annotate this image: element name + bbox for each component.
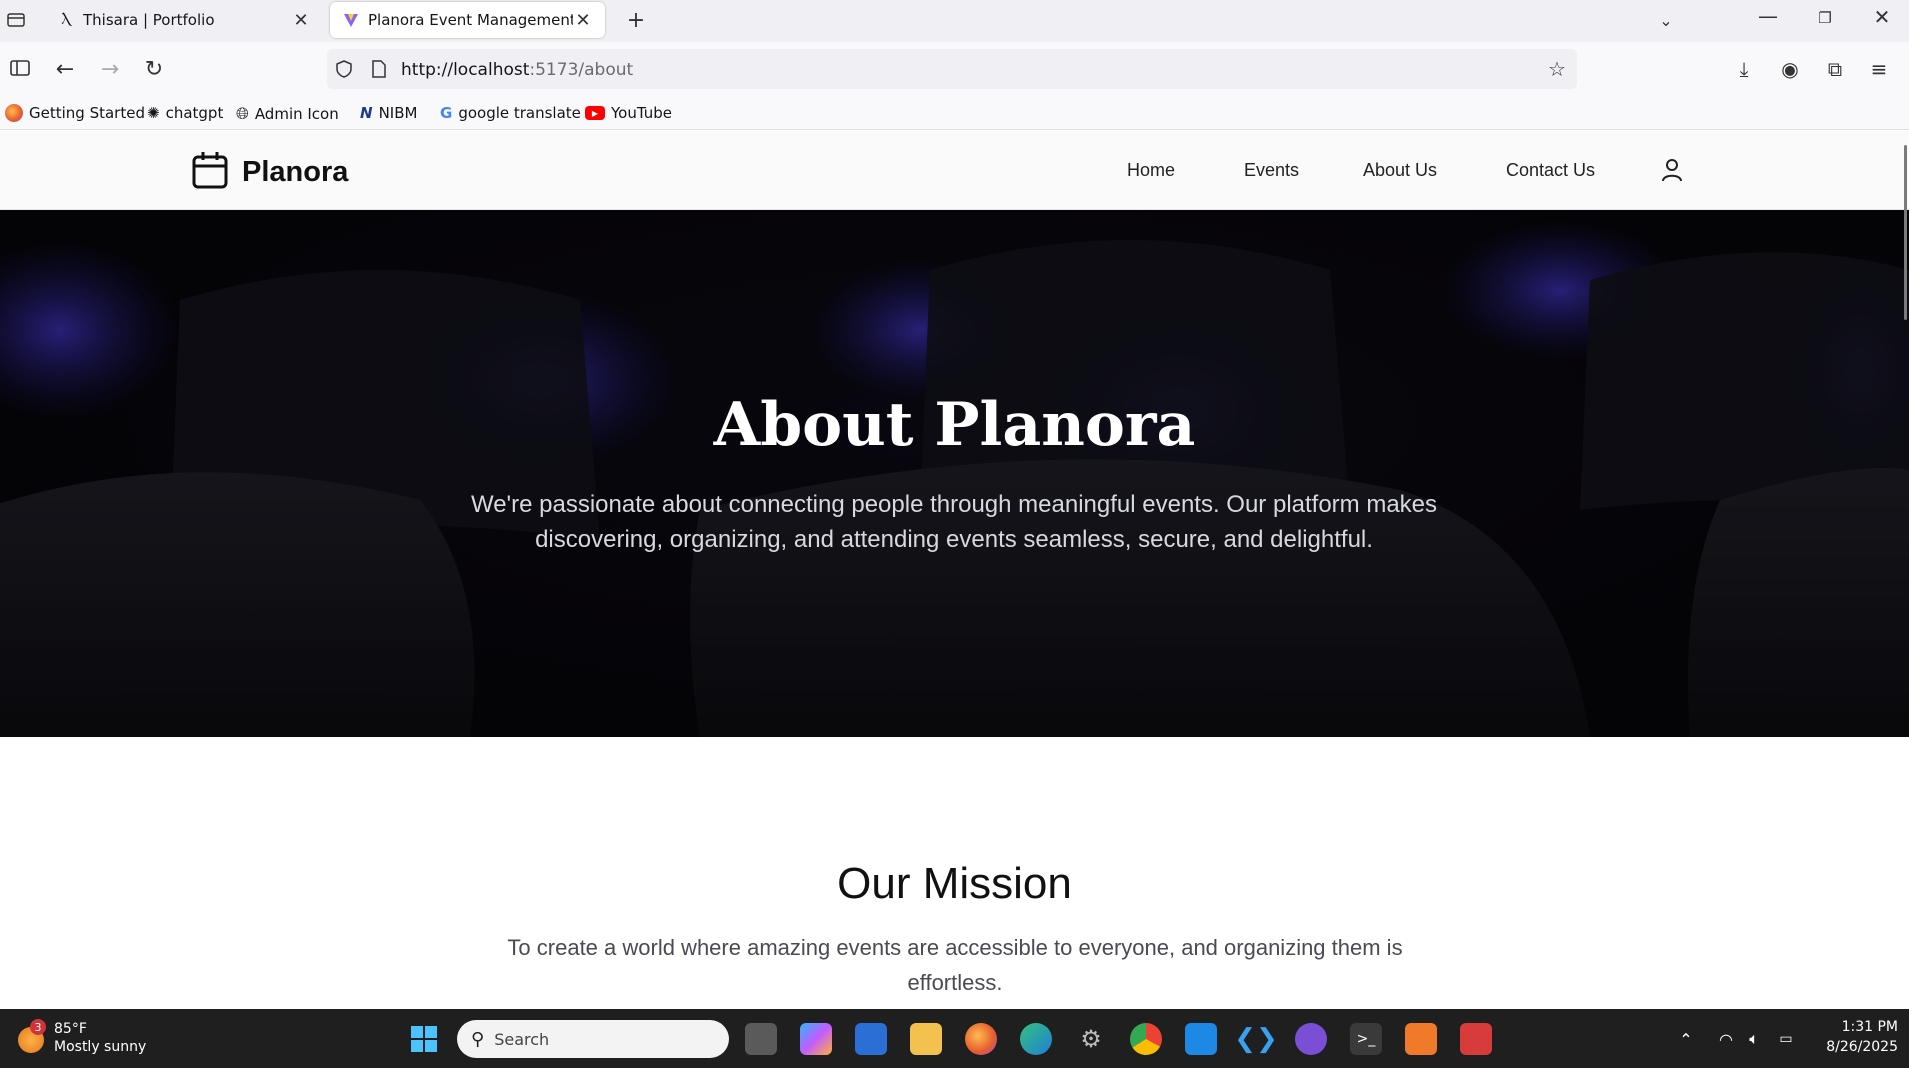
bookmark-getting-started[interactable]: Getting Started xyxy=(5,104,145,122)
bookmark-label: Getting Started xyxy=(29,104,145,122)
hero-description: We're passionate about connecting people… xyxy=(454,487,1454,557)
mission-title: Our Mission xyxy=(837,859,1072,908)
hero-title: About Planora xyxy=(713,390,1196,460)
volume-icon[interactable]: 🔈︎ xyxy=(1738,1023,1770,1055)
nibm-icon: N xyxy=(360,104,373,122)
bookmark-label: NIBM xyxy=(378,104,418,122)
terminal-icon[interactable]: >_ xyxy=(1350,1023,1382,1055)
mission-section: Our Mission To create a world where amaz… xyxy=(0,737,1909,1009)
url-path: :5173/about xyxy=(529,60,634,80)
nav-contact-us[interactable]: Contact Us xyxy=(1506,160,1595,181)
globe-icon: 🌐︎ xyxy=(236,104,249,123)
github-desktop-icon[interactable] xyxy=(1295,1023,1327,1055)
task-view-icon[interactable] xyxy=(745,1023,777,1055)
search-placeholder: Search xyxy=(494,1029,550,1049)
photos-icon[interactable] xyxy=(1185,1023,1217,1055)
back-icon[interactable]: ← xyxy=(52,56,78,82)
bookmark-nibm[interactable]: N NIBM xyxy=(360,104,417,122)
bookmark-star-icon[interactable]: ☆ xyxy=(1545,57,1569,81)
nav-home[interactable]: Home xyxy=(1127,160,1175,181)
mission-text-line2: effortless. xyxy=(907,970,1003,995)
tab-title: Planora Event Management Plat xyxy=(368,11,573,29)
bookmark-label: YouTube xyxy=(611,104,672,122)
minimize-icon[interactable]: — xyxy=(1756,4,1780,28)
portfolio-favicon-icon: Ⲗ xyxy=(61,12,71,28)
snipping-tool-icon[interactable] xyxy=(1460,1023,1492,1055)
user-icon[interactable] xyxy=(1661,158,1683,186)
firefox-icon xyxy=(5,104,23,122)
bookmark-chatgpt[interactable]: ✺ chatgpt xyxy=(147,104,223,122)
tab-list-icon[interactable] xyxy=(4,8,28,32)
taskbar-search[interactable]: ⚲ Search xyxy=(457,1020,729,1058)
bookmark-admin-icon[interactable]: 🌐︎ Admin Icon xyxy=(236,104,339,124)
youtube-icon: ▶ xyxy=(585,106,605,120)
shield-icon[interactable] xyxy=(332,57,356,81)
chatgpt-icon: ✺ xyxy=(147,104,160,122)
url-host: http://localhost xyxy=(401,60,530,80)
sidebar-toggle-icon[interactable] xyxy=(8,56,32,80)
download-icon[interactable]: ⤓ xyxy=(1731,56,1757,82)
forward-icon[interactable]: → xyxy=(97,56,123,82)
show-hidden-icons[interactable]: ⌃ xyxy=(1670,1023,1702,1055)
battery-icon[interactable]: ▭ xyxy=(1770,1023,1802,1055)
chrome-icon[interactable] xyxy=(1130,1023,1162,1055)
reload-icon[interactable]: ↻ xyxy=(141,56,167,82)
weather-temp: 85°F xyxy=(54,1021,87,1037)
hero-description-line2: discovering, organizing, and attending e… xyxy=(535,526,1373,553)
browser-tab-bar: Ⲗ Thisara | Portfolio ✕ Planora Event Ma… xyxy=(0,0,1909,42)
tab-portfolio[interactable]: Ⲗ Thisara | Portfolio ✕ xyxy=(45,2,323,38)
start-icon[interactable] xyxy=(408,1023,440,1055)
restore-icon[interactable]: ❐ xyxy=(1813,6,1837,30)
close-tab-icon[interactable]: ✕ xyxy=(573,10,593,31)
url-text[interactable]: http://localhost:5173/about xyxy=(401,60,633,80)
new-tab-icon[interactable]: + xyxy=(622,6,650,34)
vscode-icon[interactable]: ❮❯ xyxy=(1234,1023,1278,1055)
tab-title: Thisara | Portfolio xyxy=(83,11,215,29)
weather-badge: 3 xyxy=(30,1019,46,1035)
windows-taskbar: 3 85°F Mostly sunny ⚲ Search ⚙ ❮❯ >_ ⌃ ◠… xyxy=(0,1009,1909,1068)
settings-icon[interactable]: ⚙ xyxy=(1075,1023,1107,1055)
calendar-icon xyxy=(192,151,228,193)
page-scrollbar[interactable] xyxy=(1904,145,1907,320)
hero-section: About Planora We're passionate about con… xyxy=(0,210,1909,737)
xampp-icon[interactable] xyxy=(1405,1023,1437,1055)
close-window-icon[interactable]: ✕ xyxy=(1870,5,1894,29)
nav-events[interactable]: Events xyxy=(1244,160,1299,181)
vite-favicon-icon xyxy=(342,11,360,29)
copilot-icon[interactable] xyxy=(800,1023,832,1055)
auditorium-seats-image xyxy=(0,210,1909,737)
clock-date: 8/26/2025 xyxy=(1826,1039,1898,1055)
brand-name: Planora xyxy=(242,155,349,188)
bookmark-google-translate[interactable]: G google translate xyxy=(440,104,581,122)
close-tab-icon[interactable]: ✕ xyxy=(291,10,311,31)
account-icon[interactable]: ◉ xyxy=(1777,56,1803,82)
weather-widget[interactable]: 3 85°F Mostly sunny xyxy=(14,1019,154,1059)
search-icon: ⚲ xyxy=(471,1028,485,1050)
bookmarks-bar: Getting Started ✺ chatgpt 🌐︎ Admin Icon … xyxy=(0,98,1909,130)
bookmark-label: chatgpt xyxy=(165,104,224,122)
menu-icon[interactable]: ≡ xyxy=(1866,56,1892,82)
bookmark-youtube[interactable]: ▶ YouTube xyxy=(585,104,672,122)
hero-description-line1: We're passionate about connecting people… xyxy=(470,491,1438,518)
bookmark-label: google translate xyxy=(458,104,581,122)
page-icon[interactable] xyxy=(367,57,391,81)
mission-text: To create a world where amazing events a… xyxy=(480,930,1430,1000)
tab-overflow-chevron-icon[interactable]: ⌄ xyxy=(1652,6,1680,34)
clock[interactable]: 1:31 PM 8/26/2025 xyxy=(1810,1017,1898,1057)
nav-about-us[interactable]: About Us xyxy=(1363,160,1437,181)
brand-logo[interactable]: Planora xyxy=(192,151,348,193)
google-icon: G xyxy=(440,104,453,122)
store-icon[interactable] xyxy=(855,1023,887,1055)
weather-condition: Mostly sunny xyxy=(54,1039,147,1055)
clock-time: 1:31 PM xyxy=(1841,1019,1898,1035)
firefox-taskbar-icon[interactable] xyxy=(965,1023,997,1055)
extensions-icon[interactable]: ⧉ xyxy=(1822,56,1848,82)
file-explorer-icon[interactable] xyxy=(910,1023,942,1055)
tab-planora[interactable]: Planora Event Management Plat ✕ xyxy=(330,2,605,38)
edge-icon[interactable] xyxy=(1020,1023,1052,1055)
url-bar[interactable]: http://localhost:5173/about ☆ xyxy=(327,49,1577,89)
site-header: Planora Home Events About Us Contact Us xyxy=(0,131,1909,210)
mission-text-line1: To create a world where amazing events a… xyxy=(507,935,1403,960)
bookmark-label: Admin Icon xyxy=(254,105,339,123)
